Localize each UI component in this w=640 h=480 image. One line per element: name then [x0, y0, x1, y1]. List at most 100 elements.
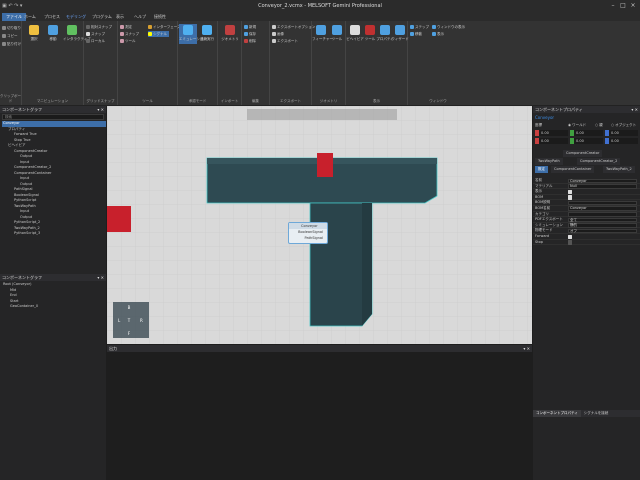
ribbon-group-label: グリッドスナップ — [86, 99, 115, 103]
interactive-button[interactable]: インタラクティブ — [63, 24, 91, 44]
ribbon-group-grid-snap: 相対スナップ スナップ ローカル グリッドスナップ — [84, 21, 118, 105]
tab-default[interactable]: 既定 — [535, 166, 548, 173]
z-field[interactable]: 0.00 — [605, 130, 638, 136]
bottom-tabs: コンポーネントプロパティ シグナルを接続 — [533, 410, 640, 417]
pin-icon[interactable]: ▾ ✕ — [97, 274, 104, 281]
prop-material-select[interactable]: Null — [568, 184, 637, 189]
interface-button[interactable]: インターフェース — [148, 24, 181, 30]
continuous-button[interactable]: 連続実行 — [198, 24, 216, 44]
window-move-button[interactable]: 移動 — [410, 31, 422, 37]
search-input[interactable]: 検索 — [2, 114, 104, 120]
prop-stop: Stop — [533, 240, 640, 246]
pin-icon[interactable]: ▾ ✕ — [631, 106, 638, 113]
ribbon-group-label: エクスポート — [280, 99, 301, 103]
close-icon[interactable]: × — [629, 2, 637, 10]
tab-connect-signals[interactable]: シグナルを接続 — [580, 410, 612, 417]
paste-button[interactable]: 貼り付け — [2, 41, 21, 47]
cut-button[interactable]: 切り取り — [2, 25, 21, 31]
prop-name-value[interactable]: Conveyor — [568, 178, 637, 184]
category-field[interactable] — [568, 212, 637, 217]
pin-icon[interactable]: ▾ ✕ — [523, 345, 530, 352]
show-window-button[interactable]: ウィンドウの表示 — [432, 24, 465, 30]
save-button[interactable]: 保存 — [244, 31, 256, 37]
menu-help[interactable]: ヘルプ — [130, 13, 150, 21]
coord-object-radio[interactable]: ○ オブジェクト — [611, 123, 636, 128]
visible-checkbox[interactable] — [568, 189, 573, 195]
panel-title: コンポーネントグラフ — [2, 107, 42, 112]
pdf-export-select[interactable]: 全て — [568, 217, 637, 223]
menu-view[interactable]: 表示 — [112, 13, 128, 21]
display-button[interactable]: 表示 — [432, 31, 444, 37]
ribbon-group-label: クリップボード — [0, 94, 21, 103]
3d-viewport[interactable]: B L T R F Conveyor BooleanSignal PathSig… — [107, 106, 532, 344]
coord-label: 座標 — [535, 123, 542, 127]
signal-port-path[interactable]: PathSignal — [289, 235, 327, 241]
ribbon-group-import: ジオメトリ インポート — [218, 21, 242, 105]
red-part[interactable] — [107, 206, 131, 232]
step-button[interactable]: ステップ — [410, 24, 429, 30]
minimize-icon[interactable]: – — [609, 2, 617, 10]
x-field[interactable]: 0.00 — [535, 130, 568, 136]
transform-fields: 0.00 0.00 0.00 0.00 0.00 0.00 — [533, 130, 640, 146]
select-button[interactable]: 選択 — [25, 24, 43, 44]
scene-graph-header: コンポーネントグラフ ▾ ✕ — [0, 274, 106, 281]
tab-component-creator[interactable]: ComponentCreator — [563, 150, 603, 157]
rz-field[interactable]: 0.00 — [605, 138, 638, 144]
emulation-button[interactable]: エミュレーション — [179, 24, 207, 44]
forward-checkbox[interactable] — [568, 234, 573, 239]
ribbon-group-export: エクスポートオプション 画像 エクスポート エクスポート — [270, 21, 315, 105]
bom-name-field[interactable]: Conveyor — [568, 206, 637, 212]
measure-button[interactable]: 測定 — [120, 24, 132, 30]
export-options-button[interactable]: エクスポートオプション — [272, 24, 315, 30]
tab-two-way-path-2[interactable]: TwoWayPath_2 — [603, 166, 635, 173]
y-field[interactable]: 0.00 — [570, 130, 603, 136]
move-button[interactable]: 移動 — [44, 24, 62, 44]
rx-field[interactable]: 0.00 — [535, 138, 568, 144]
simulation-select[interactable]: 静的 — [568, 223, 637, 228]
menu-connectivity[interactable]: 接続性 — [150, 13, 170, 21]
menu-modeling[interactable]: モデリング — [62, 13, 90, 21]
tab-two-way-path[interactable]: TwoWayPath — [535, 158, 563, 165]
snap-button[interactable]: スナップ — [120, 31, 139, 37]
snap-toggle[interactable]: スナップ — [86, 31, 105, 37]
coord-world-radio[interactable]: ◉ ワールド — [568, 123, 586, 128]
export-button[interactable]: エクスポート — [272, 38, 298, 44]
new-button[interactable]: 新規 — [244, 24, 256, 30]
bom-desc-field[interactable] — [568, 200, 637, 206]
local-toggle[interactable]: ローカル — [86, 38, 105, 44]
coord-parent-radio[interactable]: ○ 親 — [595, 123, 603, 128]
copy-button[interactable]: コピー — [2, 33, 18, 39]
menu-home[interactable]: ホーム — [20, 13, 40, 21]
ribbon-group-label: ウィンドウ — [429, 99, 447, 103]
import-button[interactable]: ジオメトリ — [221, 24, 239, 44]
image-button[interactable]: 画像 — [272, 31, 284, 37]
tree-item[interactable]: PythonScript_3 — [2, 231, 106, 237]
view-toolbar[interactable] — [247, 109, 397, 120]
geometry-tool-button[interactable]: ツール — [328, 24, 346, 44]
tab-component-creator-2[interactable]: ComponentCreator_2 — [577, 158, 621, 165]
relative-snap-button[interactable]: 相対スナップ — [86, 24, 112, 30]
tree-item[interactable]: GeoContainer_0 — [2, 304, 38, 310]
tab-component-container[interactable]: ComponentContainer — [551, 166, 595, 173]
bom-checkbox[interactable] — [568, 195, 573, 200]
signal-node[interactable]: Conveyor BooleanSignal PathSignal — [288, 222, 328, 244]
quick-access-toolbar[interactable]: ▣ ↶ ↷ ▾ — [2, 3, 22, 9]
maximize-icon[interactable]: □ — [619, 2, 627, 10]
ry-field[interactable]: 0.00 — [570, 138, 603, 144]
tab-component-properties[interactable]: コンポーネントプロパティ — [533, 410, 581, 417]
coord-system: 座標 ◉ ワールド ○ 親 ○ オブジェクト — [533, 122, 640, 128]
component-creator-part[interactable] — [317, 153, 333, 177]
ribbon-group-label: 表示 — [373, 99, 380, 103]
menu-process[interactable]: プロセス — [40, 13, 64, 21]
signal-button[interactable]: シグナル — [148, 31, 169, 37]
physics-select[interactable]: オフ — [568, 228, 637, 234]
ribbon-group-label: ツール — [142, 99, 153, 103]
navigation-cube[interactable]: B L T R F — [113, 302, 149, 338]
delete-button[interactable]: 削除 — [244, 38, 256, 44]
stop-checkbox[interactable] — [568, 240, 573, 245]
wizard-button[interactable]: ウィザード — [391, 24, 409, 44]
pin-icon[interactable]: ▾ ✕ — [97, 106, 104, 113]
tool-button[interactable]: ツール — [120, 38, 136, 44]
panel-title: コンポーネントグラフ — [2, 275, 42, 280]
output-log[interactable] — [107, 352, 532, 480]
